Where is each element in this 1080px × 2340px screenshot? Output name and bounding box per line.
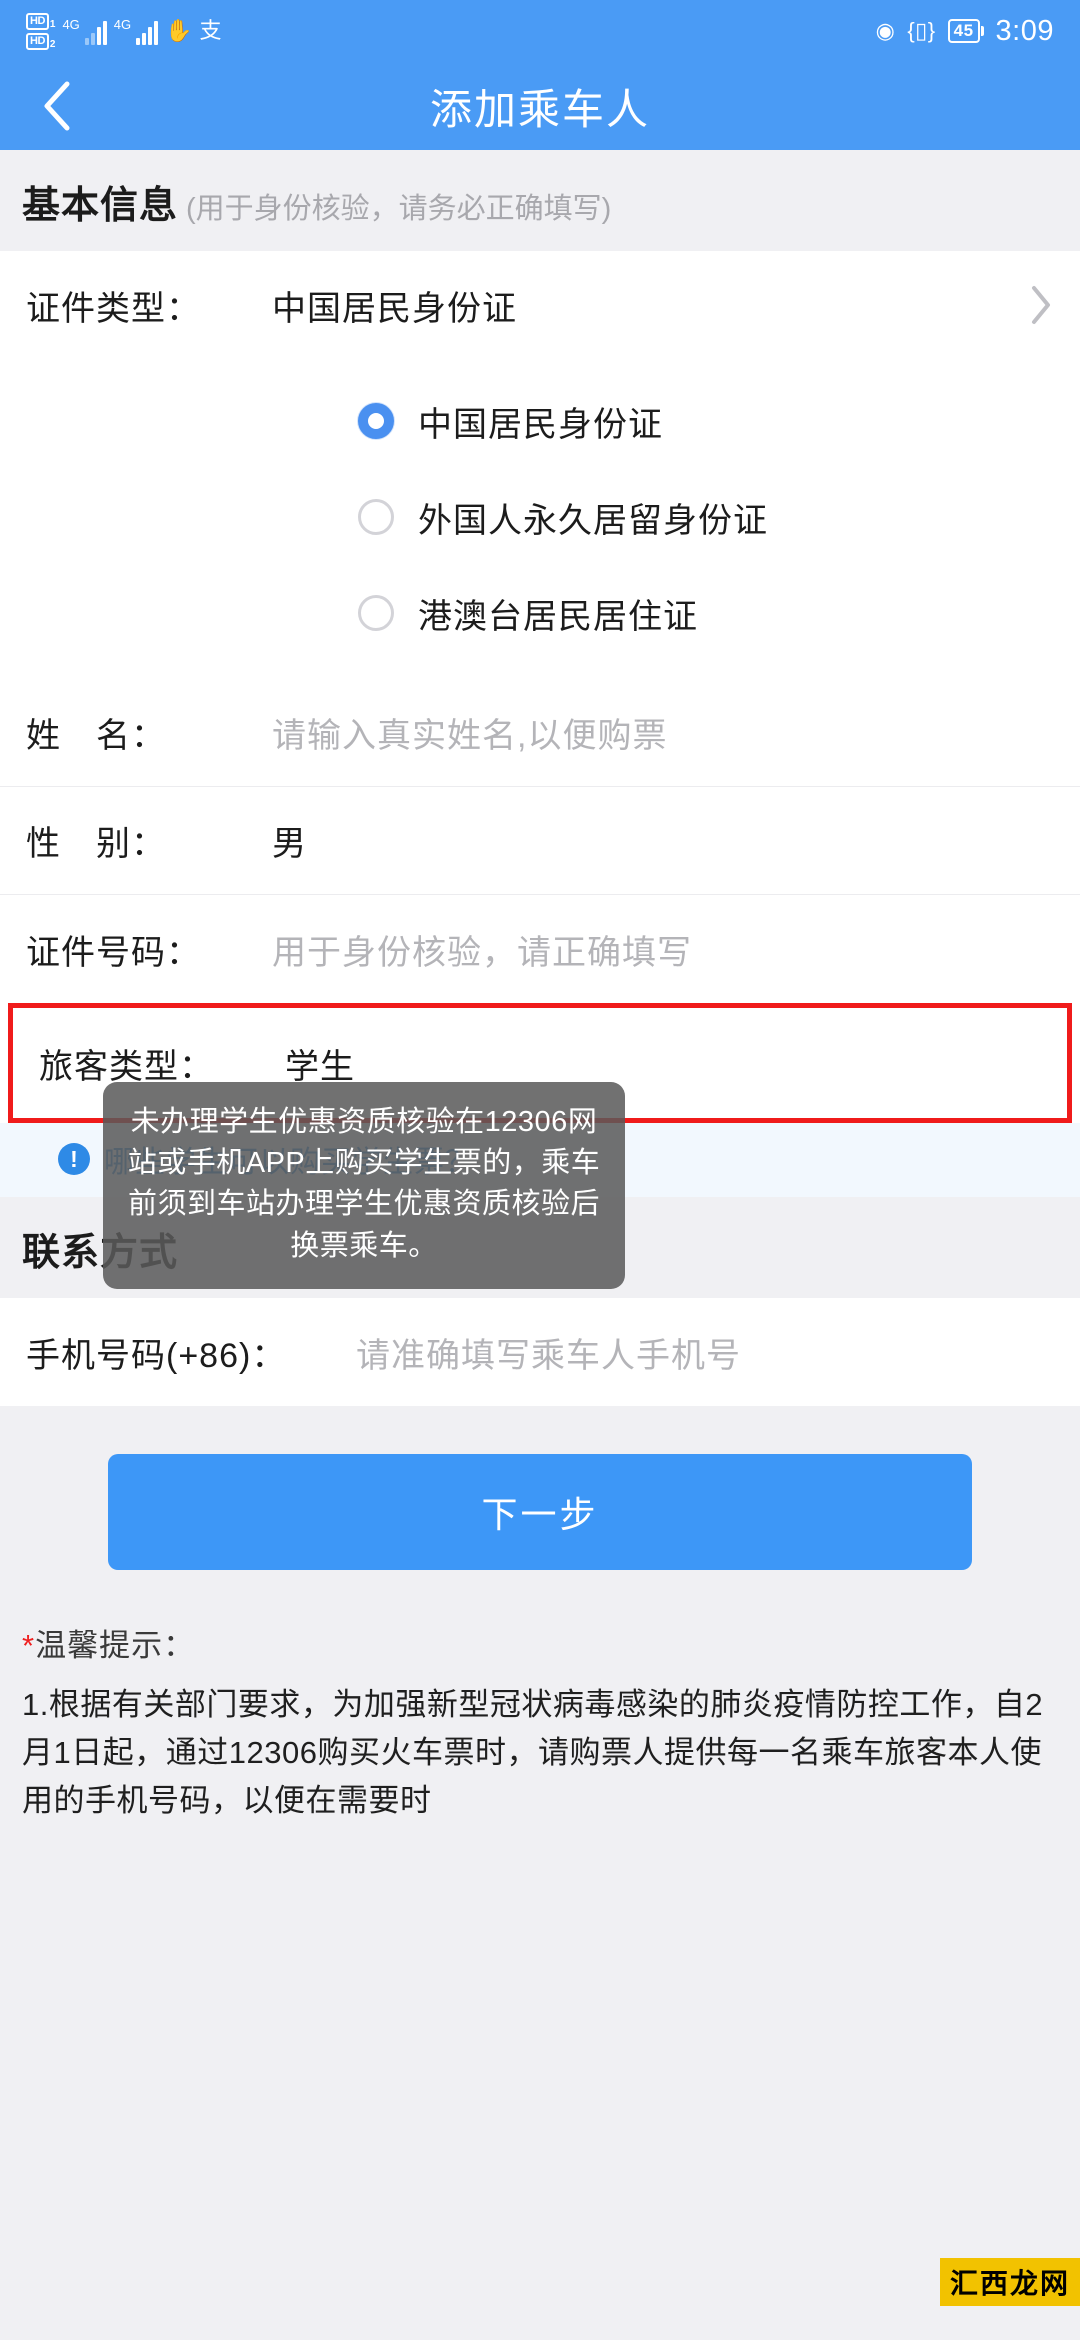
id-type-label: 证件类型： — [26, 289, 201, 328]
clock-label: 3:09 — [995, 14, 1054, 47]
status-bar: HD 1 HD 2 4G 4G ✋ 支 ◉ {▯} 45 3:09 — [0, 0, 1080, 62]
id-type-option-label: 外国人永久居留身份证 — [418, 501, 768, 540]
id-type-options-list: 中国居民身份证 外国人永久居留身份证 港澳台居民居住证 — [0, 359, 1080, 679]
tips-body: 1.根据有关部门要求，为加强新型冠状病毒感染的肺炎疫情防控工作，自2月1日起，通… — [22, 1687, 1044, 1819]
sim2-network-label: 4G — [113, 16, 132, 32]
hand-icon: ✋ — [165, 18, 193, 43]
passenger-type-label: 旅客类型： — [39, 1047, 214, 1086]
alipay-icon: 支 — [199, 18, 222, 43]
nav-bar: 添加乘车人 — [0, 62, 1080, 150]
chevron-right-icon — [1028, 283, 1054, 327]
hd2-icon: HD 2 — [26, 32, 56, 50]
hd1-sub: 1 — [49, 18, 56, 30]
basic-info-subtitle: (用于身份核验，请务必正确填写) — [186, 193, 612, 225]
eye-icon: ◉ — [875, 18, 896, 43]
sim1-network-label: 4G — [62, 16, 80, 32]
contact-card: 手机号码(+86)： 请准确填写乘车人手机号 — [0, 1298, 1080, 1406]
gender-label: 性 别： — [26, 825, 166, 863]
id-type-option-2[interactable]: 港澳台居民居住证 — [0, 565, 1080, 661]
battery-icon: 45 — [947, 18, 984, 44]
gender-value: 男 — [272, 825, 307, 863]
identity-fields-card: 姓 名： 请输入真实姓名,以便购票 性 别： 男 证件号码： 用于身份核验，请正… — [0, 679, 1080, 1003]
id-type-row[interactable]: 证件类型： 中国居民身份证 — [0, 251, 1080, 359]
id-type-option-0[interactable]: 中国居民身份证 — [0, 373, 1080, 469]
id-type-option-1[interactable]: 外国人永久居留身份证 — [0, 469, 1080, 565]
student-verification-tooltip: 未办理学生优惠资质核验在12306网站或手机APP上购买学生票的，乘车前须到车站… — [103, 1082, 625, 1289]
phone-input[interactable]: 请准确填写乘车人手机号 — [356, 1328, 741, 1377]
tips-section: *温馨提示： 1.根据有关部门要求，为加强新型冠状病毒感染的肺炎疫情防控工作，自… — [0, 1616, 1080, 1826]
passenger-type-value: 学生 — [285, 1047, 355, 1086]
next-button[interactable]: 下一步 — [108, 1454, 972, 1570]
back-button[interactable] — [22, 71, 92, 141]
hd1-label: HD — [26, 12, 49, 30]
next-button-container: 下一步 — [0, 1406, 1080, 1616]
phone-row[interactable]: 手机号码(+86)： 请准确填写乘车人手机号 — [0, 1298, 1080, 1406]
hd1-icon: HD 1 — [26, 12, 56, 30]
basic-info-section-header: 基本信息 (用于身份核验，请务必正确填写) — [0, 150, 1080, 251]
vibrate-icon: {▯} — [907, 18, 936, 43]
info-icon: ! — [58, 1143, 90, 1175]
id-number-label: 证件号码： — [26, 933, 201, 972]
basic-info-title: 基本信息 — [22, 185, 179, 227]
signal-sim2-icon: 4G — [113, 16, 159, 45]
phone-label: 手机号码(+86)： — [26, 1336, 287, 1375]
tips-title: *温馨提示： — [22, 1620, 1058, 1665]
radio-selected-icon[interactable] — [358, 403, 394, 439]
battery-level-label: 45 — [947, 18, 980, 44]
hd2-sub: 2 — [49, 38, 56, 50]
gender-row[interactable]: 性 别： 男 — [0, 787, 1080, 895]
id-number-row[interactable]: 证件号码： 用于身份核验，请正确填写 — [0, 895, 1080, 1003]
tips-title-label: 温馨提示： — [35, 1628, 196, 1663]
hd2-label: HD — [26, 32, 49, 50]
watermark: 汇西龙网 — [939, 2258, 1080, 2306]
name-row[interactable]: 姓 名： 请输入真实姓名,以便购票 — [0, 679, 1080, 787]
id-type-card: 证件类型： 中国居民身份证 — [0, 251, 1080, 359]
back-chevron-icon — [44, 81, 70, 131]
page-title: 添加乘车人 — [429, 85, 650, 133]
id-number-input[interactable]: 用于身份核验，请正确填写 — [272, 925, 692, 974]
tips-star-icon: * — [22, 1628, 36, 1663]
status-bar-right: ◉ {▯} 45 3:09 — [876, 15, 1054, 48]
id-type-option-label: 港澳台居民居住证 — [418, 597, 698, 636]
radio-unselected-icon[interactable] — [358, 499, 394, 535]
name-label: 姓 名： — [26, 717, 166, 755]
status-bar-left: HD 1 HD 2 4G 4G ✋ 支 — [26, 12, 222, 50]
id-type-option-label: 中国居民身份证 — [418, 405, 663, 444]
phone-screen: HD 1 HD 2 4G 4G ✋ 支 ◉ {▯} 45 3:09 添加乘车人 … — [0, 0, 1080, 2340]
id-type-value: 中国居民身份证 — [272, 289, 517, 328]
signal-sim1-icon: 4G — [62, 16, 107, 45]
radio-unselected-icon[interactable] — [358, 595, 394, 631]
name-input[interactable]: 请输入真实姓名,以便购票 — [272, 708, 667, 757]
dual-sim-hd-indicators: HD 1 HD 2 — [26, 12, 56, 50]
signal-bars-1 — [84, 19, 107, 45]
signal-bars-2 — [136, 19, 159, 45]
